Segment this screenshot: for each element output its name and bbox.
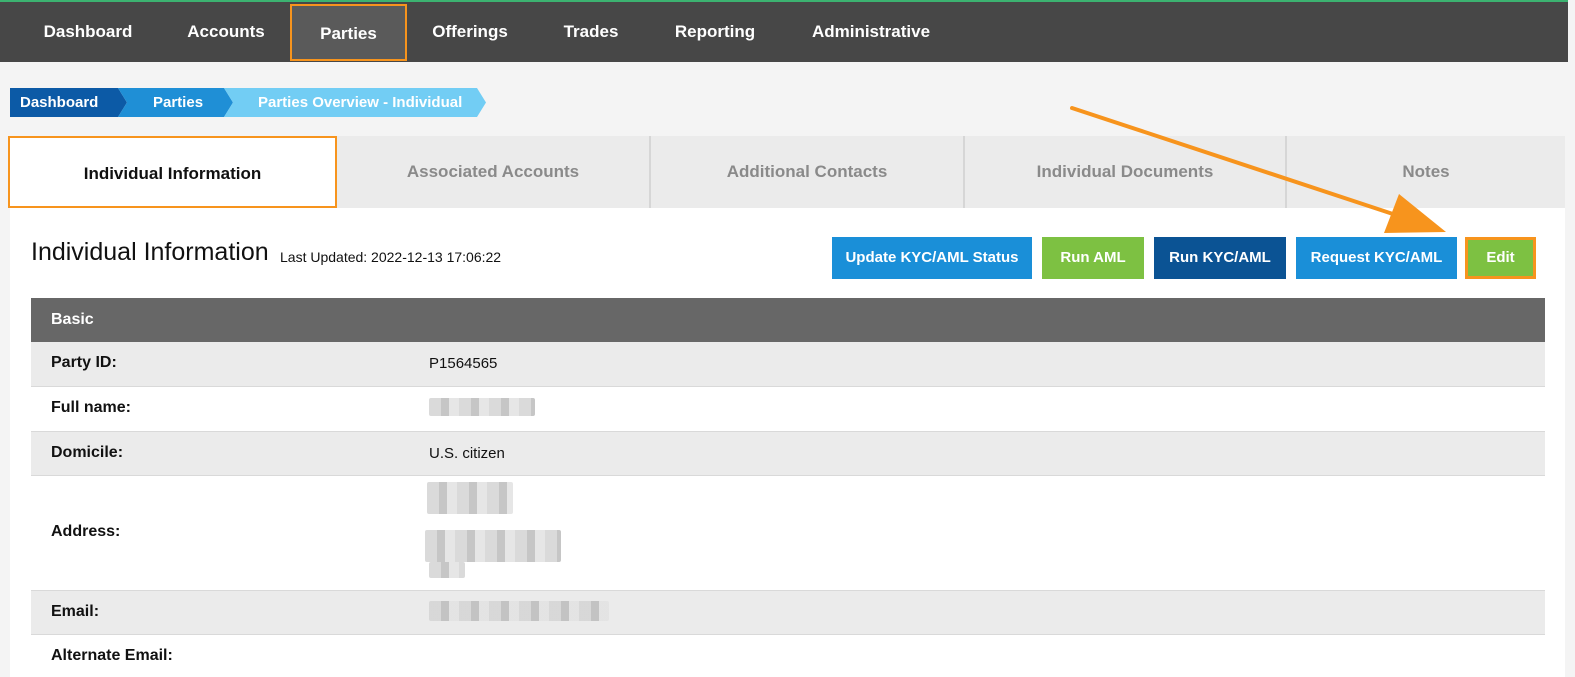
basic-section-header: Basic (31, 298, 1545, 342)
address-redacted-line-3 (429, 562, 465, 578)
full-name-label: Full name: (51, 399, 132, 416)
address-redacted-line-2 (425, 530, 561, 562)
domicile-value: U.S. citizen (429, 445, 505, 462)
table-row: Alternate Email: (31, 635, 1545, 677)
breadcrumb-dashboard[interactable]: Dashboard (10, 88, 127, 117)
breadcrumb-parties[interactable]: Parties (118, 88, 233, 117)
table-row: Domicile: U.S. citizen (31, 432, 1545, 476)
nav-dashboard[interactable]: Dashboard (28, 4, 148, 61)
nav-administrative[interactable]: Administrative (796, 4, 946, 61)
party-id-value: P1564565 (429, 355, 498, 372)
nav-parties[interactable]: Parties (290, 4, 407, 61)
address-redacted-line-1 (427, 482, 513, 514)
tab-individual-documents[interactable]: Individual Documents (965, 136, 1287, 208)
last-updated: Last Updated: 2022-12-13 17:06:22 (280, 249, 502, 265)
run-aml-button[interactable]: Run AML (1042, 237, 1144, 279)
request-kyc-aml-button[interactable]: Request KYC/AML (1296, 237, 1457, 279)
update-kyc-aml-status-button[interactable]: Update KYC/AML Status (832, 237, 1032, 279)
tab-notes[interactable]: Notes (1287, 136, 1565, 208)
nav-accounts[interactable]: Accounts (170, 4, 282, 61)
nav-offerings[interactable]: Offerings (418, 4, 522, 61)
domicile-label: Domicile: (51, 444, 124, 461)
tab-individual-information[interactable]: Individual Information (8, 136, 337, 208)
edit-button[interactable]: Edit (1465, 237, 1536, 279)
breadcrumb-current: Parties Overview - Individual (224, 88, 486, 117)
table-row: Full name: (31, 387, 1545, 432)
table-row: Email: (31, 591, 1545, 635)
email-redacted (429, 601, 609, 621)
table-row: Address: (31, 476, 1545, 591)
address-label: Address: (51, 523, 121, 540)
section-title: Individual Information (31, 238, 269, 266)
full-name-redacted (429, 398, 535, 416)
alternate-email-label: Alternate Email: (51, 647, 173, 664)
party-id-label: Party ID: (51, 354, 117, 371)
run-kyc-aml-button[interactable]: Run KYC/AML (1154, 237, 1286, 279)
nav-reporting[interactable]: Reporting (660, 4, 770, 61)
tab-associated-accounts[interactable]: Associated Accounts (337, 136, 651, 208)
top-nav: Dashboard Accounts Parties Offerings Tra… (0, 0, 1568, 62)
tab-additional-contacts[interactable]: Additional Contacts (651, 136, 965, 208)
email-label: Email: (51, 603, 100, 620)
nav-trades[interactable]: Trades (547, 4, 635, 61)
table-row: Party ID: P1564565 (31, 342, 1545, 387)
